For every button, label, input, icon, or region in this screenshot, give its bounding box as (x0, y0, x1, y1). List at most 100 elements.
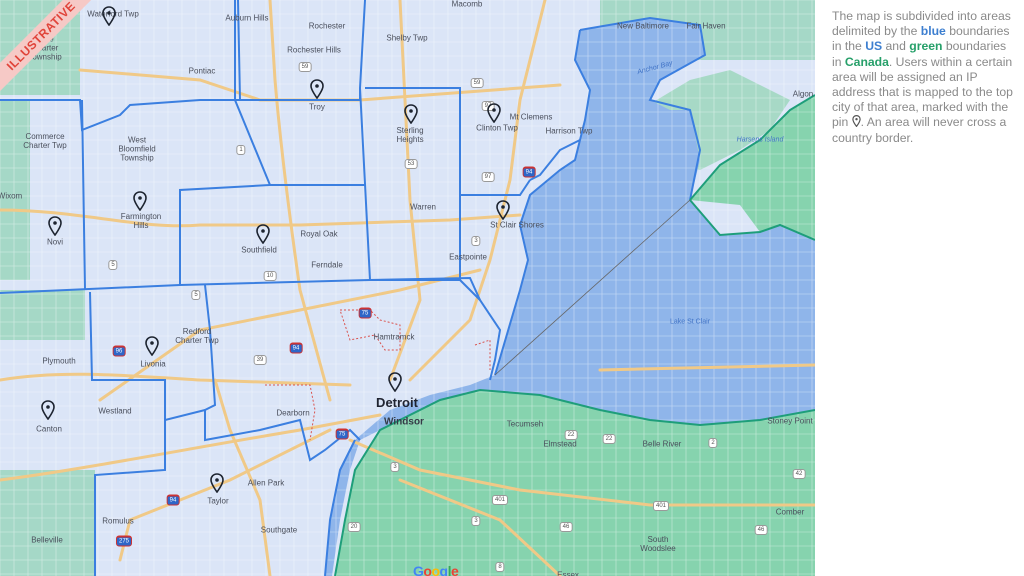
shield-2: 2 (708, 438, 718, 448)
pin-sterling-heights[interactable] (404, 104, 418, 124)
desc-text-3: and (882, 39, 910, 54)
map-pin-icon (487, 103, 501, 123)
label-redford: Redford Charter Twp (175, 327, 219, 345)
map-pin-icon (404, 104, 418, 124)
pin-canton[interactable] (41, 400, 55, 420)
label-south-woodslee: South Woodslee (640, 535, 676, 553)
label-royal-oak: Royal Oak (300, 229, 338, 239)
label-tecumseh: Tecumseh (506, 419, 544, 429)
desc-blue-word: blue (920, 24, 946, 39)
label-harrison: Harrison Twp (545, 126, 593, 136)
label-romulus: Romulus (102, 516, 134, 526)
shield-5: 5 (191, 290, 201, 300)
pin-waterford[interactable] (102, 6, 116, 26)
shield-3: 3 (471, 236, 481, 246)
shield-5: 5 (108, 260, 118, 270)
shield-i75: 75 (358, 307, 372, 319)
label-farmington: Farmington Hills (120, 212, 162, 230)
shield-10: 10 (263, 271, 277, 281)
label-wixom: Wixom (0, 191, 23, 201)
shield-i96: 96 (112, 345, 126, 357)
pin-detroit[interactable] (388, 372, 402, 392)
label-plymouth: Plymouth (42, 356, 76, 366)
map-pin-icon (210, 473, 224, 493)
map-pin-icon (388, 372, 402, 392)
shield-22: 22 (564, 430, 578, 440)
shield-53: 53 (404, 159, 418, 169)
label-dearborn: Dearborn (276, 408, 310, 418)
label-allen-park: Allen Park (247, 478, 285, 488)
pin-st-clair-shores[interactable] (496, 200, 510, 220)
map-pin-icon (310, 79, 324, 99)
label-ferndale: Ferndale (311, 260, 343, 270)
label-st-clair-shores: St Clair Shores (490, 220, 544, 230)
map-pin-icon (256, 224, 270, 244)
label-shelby: Shelby Twp (386, 33, 428, 43)
label-pontiac: Pontiac (188, 66, 216, 76)
label-hamtramck: Hamtramck (373, 332, 415, 342)
map-pin-icon (133, 191, 147, 211)
label-warren: Warren (410, 202, 436, 212)
map-pin-icon (851, 115, 861, 128)
map[interactable]: Waterford Twp Auburn Hills Rochester Roc… (0, 0, 815, 576)
label-algonac: Algon (792, 89, 814, 99)
label-mt-clemens: Mt Clemens (509, 112, 553, 122)
shield-i75: 75 (335, 428, 349, 440)
shield-39: 39 (253, 355, 267, 365)
shield-46: 46 (754, 525, 768, 535)
pin-troy[interactable] (310, 79, 324, 99)
pin-novi[interactable] (48, 216, 62, 236)
shield-i94: 94 (522, 166, 536, 178)
map-pin-icon (145, 336, 159, 356)
label-southgate: Southgate (260, 525, 298, 535)
label-canton: Canton (36, 424, 62, 434)
label-novi: Novi (46, 237, 64, 247)
map-canvas (0, 0, 815, 576)
label-troy: Troy (309, 102, 325, 112)
shield-3: 3 (390, 462, 400, 472)
label-stoney-point: Stoney Point (767, 416, 813, 426)
label-sterling-heights: Sterling Heights (396, 126, 424, 144)
label-commerce: Commerce Charter Twp (23, 132, 67, 150)
pin-farmington[interactable] (133, 191, 147, 211)
shield-59: 59 (470, 78, 484, 88)
label-rochester-hills: Rochester Hills (287, 45, 341, 55)
shield-20: 20 (347, 522, 361, 532)
label-new-baltimore: New Baltimore (616, 21, 670, 31)
shield-1: 1 (236, 145, 246, 155)
desc-green-word: green (909, 39, 943, 54)
label-rochester: Rochester (308, 21, 346, 31)
pin-clinton[interactable] (487, 103, 501, 123)
shield-i275: 275 (115, 535, 133, 547)
label-livonia: Livonia (140, 359, 166, 369)
label-auburn-hills: Auburn Hills (225, 13, 269, 23)
label-clinton: Clinton Twp (476, 123, 518, 133)
label-harsens: Harsens Island (736, 136, 784, 144)
shield-401: 401 (491, 495, 509, 505)
shield-22: 22 (602, 434, 616, 444)
map-pin-icon (496, 200, 510, 220)
pin-southfield[interactable] (256, 224, 270, 244)
map-pin-icon (41, 400, 55, 420)
label-west-bloomfield: West Bloomfield Township (118, 135, 156, 163)
label-southfield: Southfield (241, 245, 277, 255)
label-windsor: Windsor (384, 416, 424, 428)
map-pin-icon (102, 6, 116, 26)
shield-8: 8 (495, 562, 505, 572)
label-detroit: Detroit (376, 395, 418, 410)
shield-401: 401 (652, 501, 670, 511)
label-essex: Essex (557, 570, 579, 576)
shield-3: 3 (471, 516, 481, 526)
label-taylor: Taylor (207, 496, 229, 506)
shield-42: 42 (792, 469, 806, 479)
label-lake-st-clair: Lake St Clair (669, 318, 711, 326)
shield-i94: 94 (166, 494, 180, 506)
shield-i94: 94 (289, 342, 303, 354)
pin-livonia[interactable] (145, 336, 159, 356)
label-belleville: Belleville (31, 535, 63, 545)
shield-97: 97 (481, 172, 495, 182)
desc-us-word: US (865, 39, 883, 54)
label-comber: Comber (775, 507, 805, 517)
desc-canada-word: Canada (844, 54, 889, 69)
pin-taylor[interactable] (210, 473, 224, 493)
